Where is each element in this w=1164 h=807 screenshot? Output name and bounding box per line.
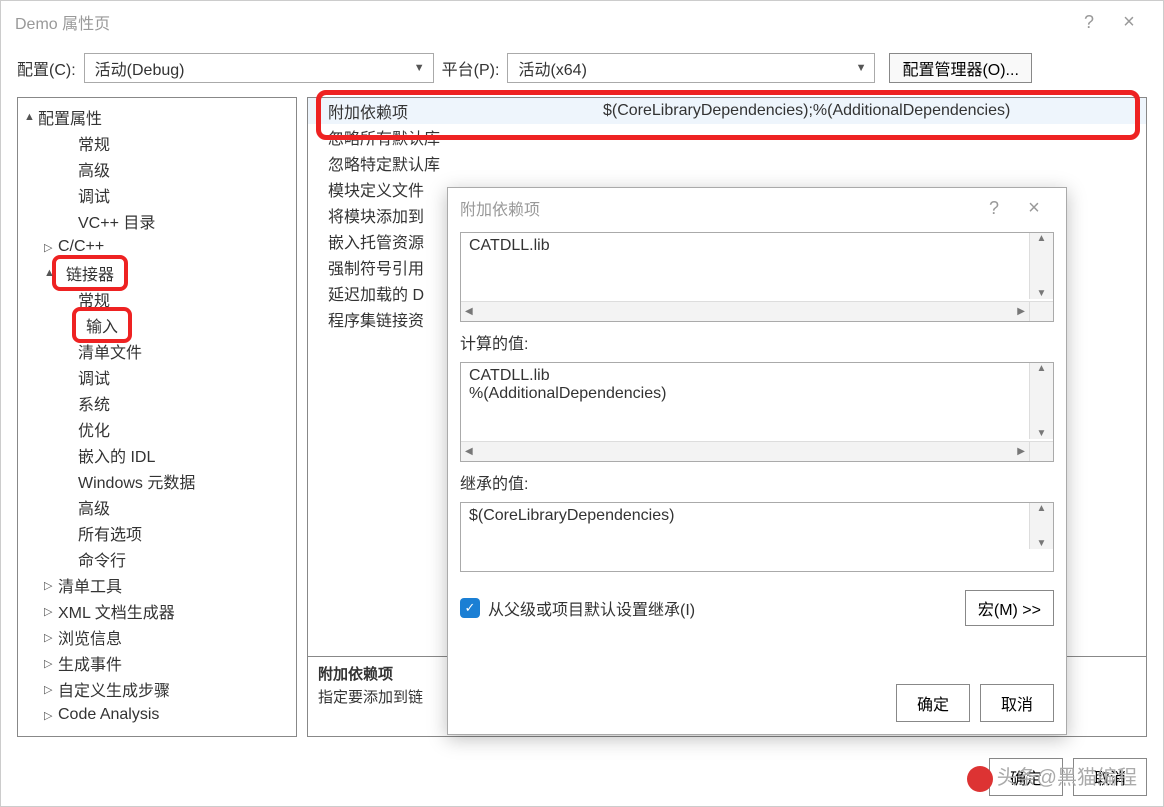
tree-item[interactable]: ▷清单工具 (20, 572, 294, 598)
config-dropdown[interactable]: 活动(Debug) ▼ (84, 53, 434, 83)
scroll-down-icon: ▼ (1037, 288, 1047, 299)
tree-item[interactable]: 清单文件 (20, 338, 294, 364)
tree-item[interactable]: 调试 (20, 364, 294, 390)
triangle-right-icon: ▷ (44, 683, 52, 696)
title-bar: Demo 属性页 ? × (1, 1, 1163, 43)
platform-dropdown[interactable]: 活动(x64) ▼ (507, 53, 875, 83)
calculated-label: 计算的值: (460, 330, 1054, 354)
property-pages-window: Demo 属性页 ? × 配置(C): 活动(Debug) ▼ 平台(P): 活… (0, 0, 1164, 807)
scroll-right-icon: ▶ (1017, 446, 1025, 457)
additional-deps-dialog: 附加依赖项 ? × CATDLL.lib ▲▼ ◀▶ 计算的值: CATDLL.… (447, 187, 1067, 735)
grid-row[interactable]: 忽略所有默认库 (308, 124, 1146, 150)
tree-item[interactable]: 高级 (20, 156, 294, 182)
scroll-down-icon: ▼ (1037, 428, 1047, 439)
scroll-down-icon: ▼ (1037, 538, 1047, 549)
inherit-checkbox[interactable]: ✓ (460, 598, 480, 618)
popup-titlebar: 附加依赖项 ? × (448, 188, 1066, 228)
tree-item[interactable]: 命令行 (20, 546, 294, 572)
scroll-up-icon: ▲ (1037, 503, 1047, 514)
help-icon[interactable]: ? (1069, 12, 1109, 33)
scroll-corner (1029, 441, 1053, 461)
tree-item[interactable]: ▷XML 文档生成器 (20, 598, 294, 624)
inherit-checkbox-label: 从父级或项目默认设置继承(I) (488, 596, 695, 620)
inherited-values-textbox: $(CoreLibraryDependencies) ▲▼ (460, 502, 1054, 572)
popup-cancel-button[interactable]: 取消 (980, 684, 1054, 722)
cancel-button[interactable]: 取消 (1073, 758, 1147, 796)
triangle-right-icon: ▷ (44, 579, 52, 592)
scroll-right-icon: ▶ (1017, 306, 1025, 317)
popup-footer: 确定 取消 (448, 684, 1066, 734)
tree-item-input[interactable]: 输入 (20, 312, 294, 338)
triangle-right-icon: ▷ (44, 709, 52, 722)
tree-item[interactable]: ▷生成事件 (20, 650, 294, 676)
dialog-footer: 确定 取消 (989, 758, 1147, 796)
calculated-values-textbox: CATDLL.lib %(AdditionalDependencies) ▲▼ … (460, 362, 1054, 462)
triangle-right-icon: ▷ (44, 631, 52, 644)
scrollbar-horizontal[interactable]: ◀▶ (461, 301, 1029, 321)
tree-item[interactable]: ▷Code Analysis (20, 702, 294, 728)
tree-item[interactable]: 常规 (20, 130, 294, 156)
tree-item[interactable]: 优化 (20, 416, 294, 442)
grid-row[interactable]: 忽略特定默认库 (308, 150, 1146, 176)
scrollbar-vertical[interactable]: ▲▼ (1029, 363, 1053, 439)
scroll-up-icon: ▲ (1037, 363, 1047, 374)
scrollbar-vertical[interactable]: ▲▼ (1029, 503, 1053, 549)
ok-button[interactable]: 确定 (989, 758, 1063, 796)
scroll-up-icon: ▲ (1037, 233, 1047, 244)
close-icon[interactable]: × (1014, 197, 1054, 220)
scroll-corner (1029, 301, 1053, 321)
popup-title: 附加依赖项 (460, 196, 974, 220)
config-toolbar: 配置(C): 活动(Debug) ▼ 平台(P): 活动(x64) ▼ 配置管理… (1, 43, 1163, 97)
tree-root[interactable]: ▲配置属性 (20, 104, 294, 130)
scroll-left-icon: ◀ (465, 446, 473, 457)
triangle-right-icon: ▷ (44, 241, 52, 254)
tree-item[interactable]: VC++ 目录 (20, 208, 294, 234)
tree-item[interactable]: 调试 (20, 182, 294, 208)
triangle-right-icon: ▷ (44, 605, 52, 618)
triangle-right-icon: ▷ (44, 657, 52, 670)
scroll-left-icon: ◀ (465, 306, 473, 317)
tree-panel: ▲配置属性 常规 高级 调试 VC++ 目录 ▷C/C++ ▲链接器 常规 输入… (17, 97, 297, 737)
tree-item[interactable]: 所有选项 (20, 520, 294, 546)
tree-item-linker[interactable]: ▲链接器 (20, 260, 294, 286)
close-icon[interactable]: × (1109, 11, 1149, 34)
tree-item[interactable]: 嵌入的 IDL (20, 442, 294, 468)
chevron-down-icon: ▼ (856, 62, 867, 74)
popup-ok-button[interactable]: 确定 (896, 684, 970, 722)
triangle-down-icon: ▲ (44, 267, 55, 279)
config-manager-button[interactable]: 配置管理器(O)... (889, 53, 1031, 83)
tree-item[interactable]: ▷自定义生成步骤 (20, 676, 294, 702)
config-label: 配置(C): (17, 56, 76, 80)
popup-body: CATDLL.lib ▲▼ ◀▶ 计算的值: CATDLL.lib %(Addi… (448, 228, 1066, 636)
config-value: 活动(Debug) (95, 56, 185, 80)
grid-row-additional-deps[interactable]: 附加依赖项 $(CoreLibraryDependencies);%(Addit… (308, 98, 1146, 124)
scrollbar-horizontal[interactable]: ◀▶ (461, 441, 1029, 461)
window-title: Demo 属性页 (15, 10, 1069, 34)
tree-item[interactable]: 系统 (20, 390, 294, 416)
platform-value: 活动(x64) (518, 56, 586, 80)
macros-button[interactable]: 宏(M) >> (965, 590, 1054, 626)
inherited-label: 继承的值: (460, 470, 1054, 494)
tree-item[interactable]: 常规 (20, 286, 294, 312)
tree-item[interactable]: 高级 (20, 494, 294, 520)
help-icon[interactable]: ? (974, 198, 1014, 219)
scrollbar-vertical[interactable]: ▲▼ (1029, 233, 1053, 299)
triangle-down-icon: ▲ (24, 111, 35, 123)
chevron-down-icon: ▼ (414, 62, 425, 74)
user-values-textbox[interactable]: CATDLL.lib ▲▼ ◀▶ (460, 232, 1054, 322)
inherit-row: ✓ 从父级或项目默认设置继承(I) 宏(M) >> (460, 590, 1054, 626)
tree-item[interactable]: Windows 元数据 (20, 468, 294, 494)
tree-item[interactable]: ▷浏览信息 (20, 624, 294, 650)
platform-label: 平台(P): (442, 56, 500, 80)
